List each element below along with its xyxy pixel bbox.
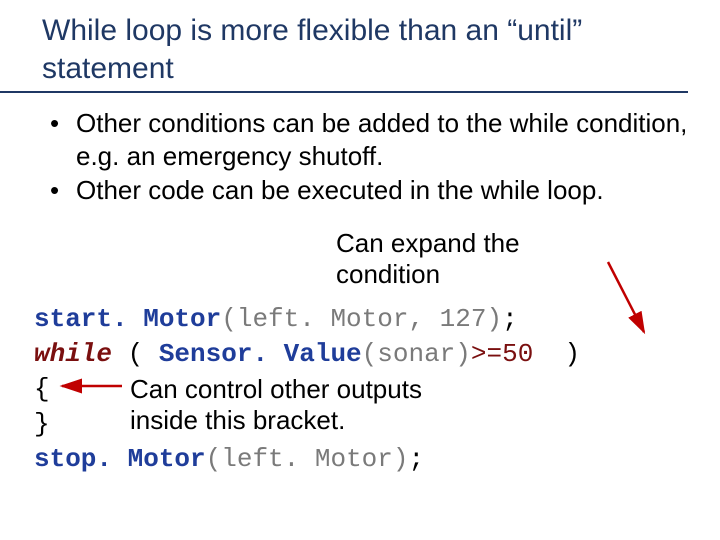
code-args: (left. Motor, 127) — [221, 304, 502, 334]
code-line: start. Motor(left. Motor, 127); — [34, 302, 580, 337]
annotation-line: Can control other outputs — [130, 374, 422, 405]
arrow-to-condition — [608, 262, 644, 332]
code-condition: >=50 — [471, 339, 533, 369]
code-line: stop. Motor(left. Motor); — [34, 442, 580, 477]
bullet-item: Other code can be executed in the while … — [42, 174, 710, 207]
code-line: while ( Sensor. Value(sonar)>=50 ) — [34, 337, 580, 372]
code-keyword-startmotor: start. Motor — [34, 304, 221, 334]
code-sonar: (sonar) — [362, 339, 471, 369]
annotation-line: condition — [336, 259, 596, 290]
bullet-list: Other conditions can be added to the whi… — [0, 107, 720, 207]
code-open-paren: ( — [112, 339, 159, 369]
slide-title: While loop is more flexible than an “unt… — [0, 0, 688, 93]
code-keyword-stopmotor: stop. Motor — [34, 444, 206, 474]
code-keyword-sensorvalue: Sensor. Value — [159, 339, 362, 369]
code-semi: ; — [408, 444, 424, 474]
code-args: (left. Motor) — [206, 444, 409, 474]
code-close-paren: ) — [533, 339, 580, 369]
code-semi: ; — [502, 304, 518, 334]
code-rbrace: } — [34, 409, 50, 439]
bullet-item: Other conditions can be added to the whi… — [42, 107, 710, 172]
annotation-bracket: Can control other outputs inside this br… — [130, 374, 422, 436]
code-keyword-while: while — [34, 339, 112, 369]
code-lbrace: { — [34, 374, 50, 404]
annotation-expand-condition: Can expand the condition — [336, 228, 596, 290]
annotation-line: Can expand the — [336, 228, 596, 259]
annotation-line: inside this bracket. — [130, 405, 422, 436]
